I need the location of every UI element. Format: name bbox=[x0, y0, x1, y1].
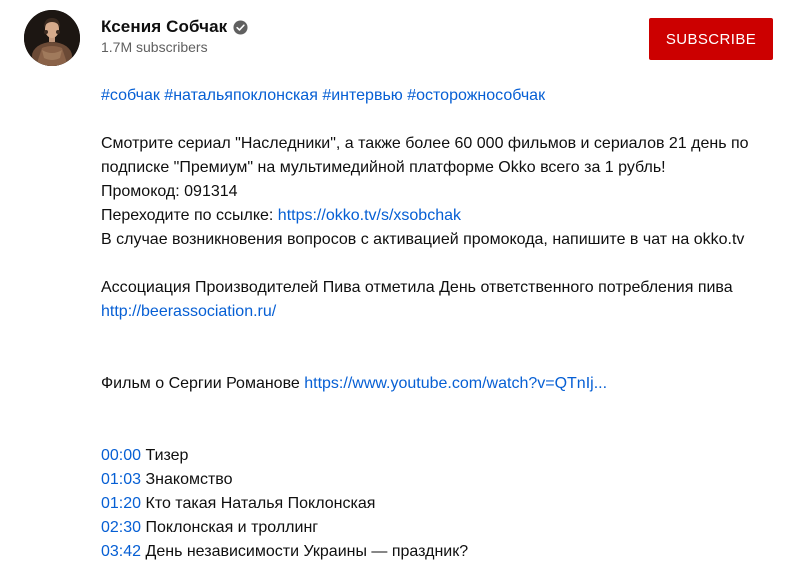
okko-link[interactable]: https://okko.tv/s/xsobchak bbox=[278, 207, 461, 224]
channel-name[interactable]: Ксения Собчак bbox=[101, 17, 227, 37]
hashtag-link[interactable]: #осторожнособчак bbox=[407, 87, 545, 104]
promo-code-line: Промокод: 091314 bbox=[101, 183, 238, 200]
hashtags-line: #собчак #натальяпоклонская #интервью #ос… bbox=[101, 84, 791, 108]
channel-header: Ксения Собчак 1.7M subscribers SUBSCRIBE bbox=[0, 0, 800, 70]
chapter-timestamp-link[interactable]: 03:42 bbox=[101, 543, 141, 560]
support-text-line: В случае возникновения вопросов с актива… bbox=[101, 231, 745, 248]
video-description: #собчак #натальяпоклонская #интервью #ос… bbox=[101, 84, 791, 564]
chapter-line: 02:30 Поклонская и троллинг bbox=[101, 516, 791, 540]
chapter-title: Знакомство bbox=[141, 471, 233, 488]
beer-link-line: http://beerassociation.ru/ bbox=[101, 300, 791, 324]
chapter-timestamp-link[interactable]: 02:30 bbox=[101, 519, 141, 536]
hashtag-link[interactable]: #собчак bbox=[101, 87, 160, 104]
chapter-title: Поклонская и троллинг bbox=[141, 519, 319, 536]
beer-text-line: Ассоциация Производителей Пива отметила … bbox=[101, 279, 733, 296]
chapter-line: 00:00 Тизер bbox=[101, 444, 791, 468]
beer-association-link[interactable]: http://beerassociation.ru/ bbox=[101, 303, 276, 320]
film-line: Фильм о Сергии Романове https://www.yout… bbox=[101, 372, 791, 396]
chapter-timestamp-link[interactable]: 01:20 bbox=[101, 495, 141, 512]
film-prefix: Фильм о Сергии Романове bbox=[101, 375, 305, 392]
chapter-title: Тизер bbox=[141, 447, 189, 464]
subscriber-count: 1.7M subscribers bbox=[101, 39, 208, 55]
channel-name-row: Ксения Собчак bbox=[101, 16, 248, 38]
link-prefix: Переходите по ссылке: bbox=[101, 207, 278, 224]
chapter-line: 01:03 Знакомство bbox=[101, 468, 791, 492]
promo-text-line: подписке "Премиум" на мультимедийной пла… bbox=[101, 159, 666, 176]
chapter-title: Кто такая Наталья Поклонская bbox=[141, 495, 376, 512]
chapter-line: 01:20 Кто такая Наталья Поклонская bbox=[101, 492, 791, 516]
avatar-image bbox=[24, 10, 80, 66]
chapter-line: 03:42 День независимости Украины — празд… bbox=[101, 540, 791, 564]
subscribe-button[interactable]: SUBSCRIBE bbox=[649, 18, 773, 60]
chapter-timestamp-link[interactable]: 01:03 bbox=[101, 471, 141, 488]
okko-link-line: Переходите по ссылке: https://okko.tv/s/… bbox=[101, 204, 791, 228]
chapter-title: День независимости Украины — праздник? bbox=[141, 543, 469, 560]
channel-avatar[interactable] bbox=[24, 10, 80, 66]
film-youtube-link[interactable]: https://www.youtube.com/watch?v=QTnIj... bbox=[304, 375, 607, 392]
promo-text-line: Смотрите сериал "Наследники", а также бо… bbox=[101, 135, 749, 152]
chapter-timestamp-link[interactable]: 00:00 bbox=[101, 447, 141, 464]
hashtag-link[interactable]: #интервью bbox=[322, 87, 402, 104]
hashtag-link[interactable]: #натальяпоклонская bbox=[164, 87, 318, 104]
verified-check-icon bbox=[233, 20, 248, 35]
